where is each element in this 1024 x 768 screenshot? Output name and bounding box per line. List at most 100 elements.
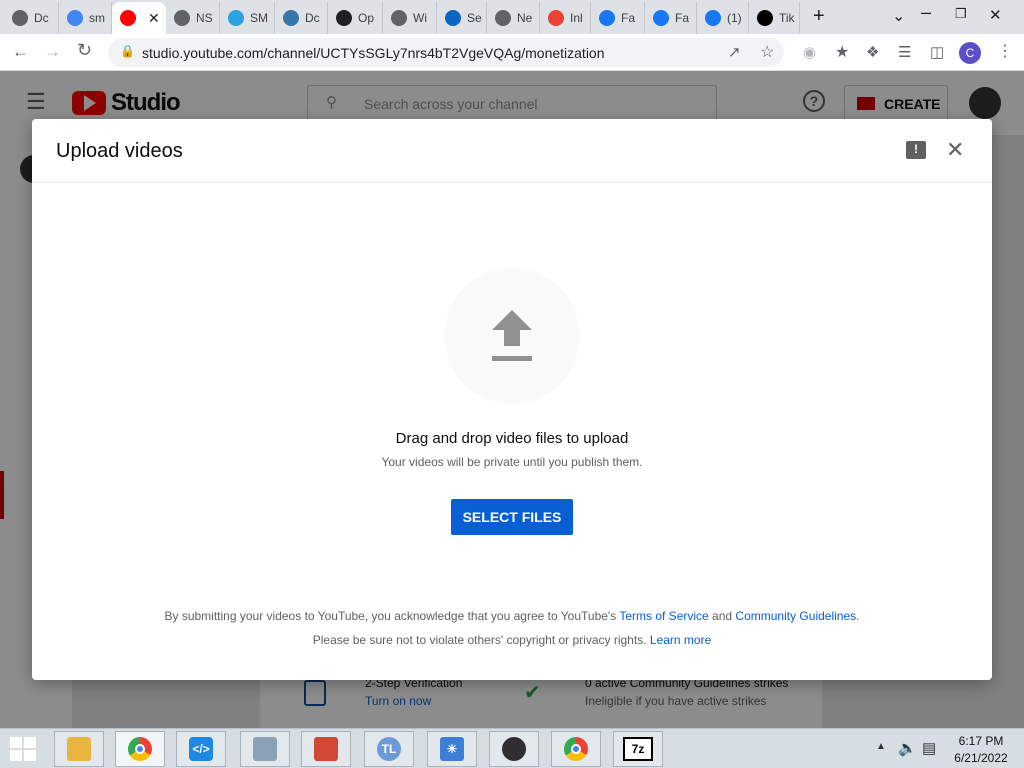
- copyright-notice: Please be sure not to violate others' co…: [32, 633, 992, 647]
- tray-overflow-icon[interactable]: ▲: [876, 741, 886, 752]
- openai-icon: [336, 10, 352, 26]
- browser-tab[interactable]: Ne: [487, 2, 540, 34]
- extension-star-icon[interactable]: ★: [835, 42, 849, 62]
- tab-title: Fa: [675, 11, 690, 25]
- learn-more-link[interactable]: Learn more: [650, 633, 711, 647]
- terms-of-service-link[interactable]: Terms of Service: [619, 609, 708, 623]
- browser-tab[interactable]: SM: [220, 2, 275, 34]
- send-feedback-icon[interactable]: !: [906, 141, 926, 159]
- tab-title: Dc: [305, 11, 320, 25]
- tab-title: Tik: [779, 11, 795, 25]
- minimize-icon[interactable]: –: [921, 2, 931, 23]
- facebook-icon: [653, 10, 669, 26]
- browser-tab[interactable]: Wi: [383, 2, 437, 34]
- windows-start-icon[interactable]: [10, 737, 36, 761]
- browser-tab[interactable]: Dc: [275, 2, 328, 34]
- browser-tab[interactable]: Op: [328, 2, 383, 34]
- forward-icon[interactable]: →: [44, 42, 61, 62]
- profile-avatar[interactable]: C: [959, 42, 981, 64]
- telegram-icon: [228, 10, 244, 26]
- network-icon[interactable]: ▤: [922, 739, 936, 757]
- tab-title: SM: [250, 11, 268, 25]
- lock-icon: 🔒: [120, 44, 135, 58]
- brightness-icon[interactable]: ☀: [427, 731, 477, 767]
- vscode-icon[interactable]: </>: [176, 731, 226, 767]
- gmail-icon: [548, 10, 564, 26]
- tab-title: Se: [467, 11, 482, 25]
- upload-arrow-icon: [492, 310, 532, 361]
- drag-drop-text: Drag and drop video files to upload: [395, 430, 629, 447]
- browser-tab[interactable]: sm: [59, 2, 112, 34]
- browser-tab[interactable]: Fa: [591, 2, 645, 34]
- globe-icon: [12, 10, 28, 26]
- terms-and: and: [712, 609, 733, 623]
- taskbar-date: 6/21/2022: [954, 751, 1008, 765]
- globe-icon: [174, 10, 190, 26]
- tab-title: Dc: [34, 11, 49, 25]
- extension-disabled-icon[interactable]: ◉: [803, 43, 816, 61]
- tab-title: Fa: [621, 11, 636, 25]
- reload-icon[interactable]: ↻: [77, 40, 92, 61]
- url-text: studio.youtube.com/channel/UCTYsSGLy7nrs…: [142, 45, 605, 61]
- chrome-menu-icon[interactable]: ⋮: [997, 41, 1013, 61]
- close-window-icon[interactable]: ✕: [989, 6, 1002, 24]
- terms-notice: By submitting your videos to YouTube, yo…: [32, 609, 992, 623]
- obs-icon[interactable]: [489, 731, 539, 767]
- browser-toolbar: ← → ↻ 🔒 studio.youtube.com/channel/UCTYs…: [0, 34, 1024, 71]
- github-icon: [495, 10, 511, 26]
- bookmark-star-icon[interactable]: ☆: [760, 42, 774, 62]
- browser-tab[interactable]: Dc: [4, 2, 59, 34]
- upload-dialog: Upload videos ! ✕ Drag and drop video fi…: [32, 119, 992, 680]
- browser-tab[interactable]: Se: [437, 2, 487, 34]
- share-icon[interactable]: ↗: [728, 43, 741, 61]
- browser-tab[interactable]: (1): [697, 2, 749, 34]
- tab-close-icon[interactable]: ✕: [148, 10, 160, 27]
- globe-icon: [391, 10, 407, 26]
- python-icon: [283, 10, 299, 26]
- extensions-puzzle-icon[interactable]: ❖: [866, 43, 879, 61]
- browser-tab[interactable]: NS: [166, 2, 220, 34]
- upload-drop-zone[interactable]: [444, 268, 580, 404]
- copyright-text: Please be sure not to violate others' co…: [312, 633, 647, 647]
- teleport-icon[interactable]: TL: [364, 731, 414, 767]
- windows-taskbar: </> TL ☀ 7z ▲ 🔈 ▤ 6:17 PM 6/21/2022: [0, 728, 1024, 768]
- linkedin-icon: [445, 10, 461, 26]
- tab-title: Op: [358, 11, 375, 25]
- app-icon[interactable]: [301, 731, 351, 767]
- browser-tab[interactable]: ✕: [112, 2, 166, 34]
- address-bar[interactable]: 🔒 studio.youtube.com/channel/UCTYsSGLy7n…: [108, 38, 784, 67]
- dialog-title: Upload videos: [56, 140, 183, 162]
- tab-title: Ne: [517, 11, 533, 25]
- tab-title: Inl: [570, 11, 583, 25]
- restore-icon[interactable]: ❐: [955, 6, 967, 22]
- media-control-icon[interactable]: ☰: [898, 43, 911, 61]
- task-manager-icon[interactable]: [240, 731, 290, 767]
- file-explorer-icon[interactable]: [54, 731, 104, 767]
- tab-title: NS: [196, 11, 213, 25]
- browser-tab[interactable]: Fa: [645, 2, 697, 34]
- terms-prefix: By submitting your videos to YouTube, yo…: [164, 609, 617, 623]
- chrome-icon[interactable]: [551, 731, 601, 767]
- community-guidelines-link[interactable]: Community Guidelines: [735, 609, 856, 623]
- taskbar-time: 6:17 PM: [958, 734, 1004, 748]
- side-panel-icon[interactable]: ◫: [930, 43, 944, 61]
- tab-title: (1): [727, 11, 742, 25]
- facebook-icon: [599, 10, 615, 26]
- browser-tab[interactable]: Inl: [540, 2, 591, 34]
- private-notice-text: Your videos will be private until you pu…: [381, 455, 643, 469]
- browser-tab[interactable]: Tik: [749, 2, 800, 34]
- close-dialog-icon[interactable]: ✕: [946, 137, 964, 163]
- new-tab-button[interactable]: +: [813, 5, 825, 28]
- dialog-divider: [32, 182, 992, 183]
- tab-search-icon[interactable]: ⌄: [892, 6, 905, 26]
- tab-title: Wi: [413, 11, 427, 25]
- 7zip-icon[interactable]: 7z: [613, 731, 663, 767]
- tiktok-icon: [757, 10, 773, 26]
- volume-muted-icon[interactable]: 🔈: [898, 739, 917, 757]
- back-icon[interactable]: ←: [12, 42, 29, 62]
- youtube-icon: [120, 10, 136, 26]
- chrome-icon[interactable]: [115, 731, 165, 767]
- select-files-button[interactable]: SELECT FILES: [451, 499, 573, 535]
- google-icon: [67, 10, 83, 26]
- facebook-icon: [705, 10, 721, 26]
